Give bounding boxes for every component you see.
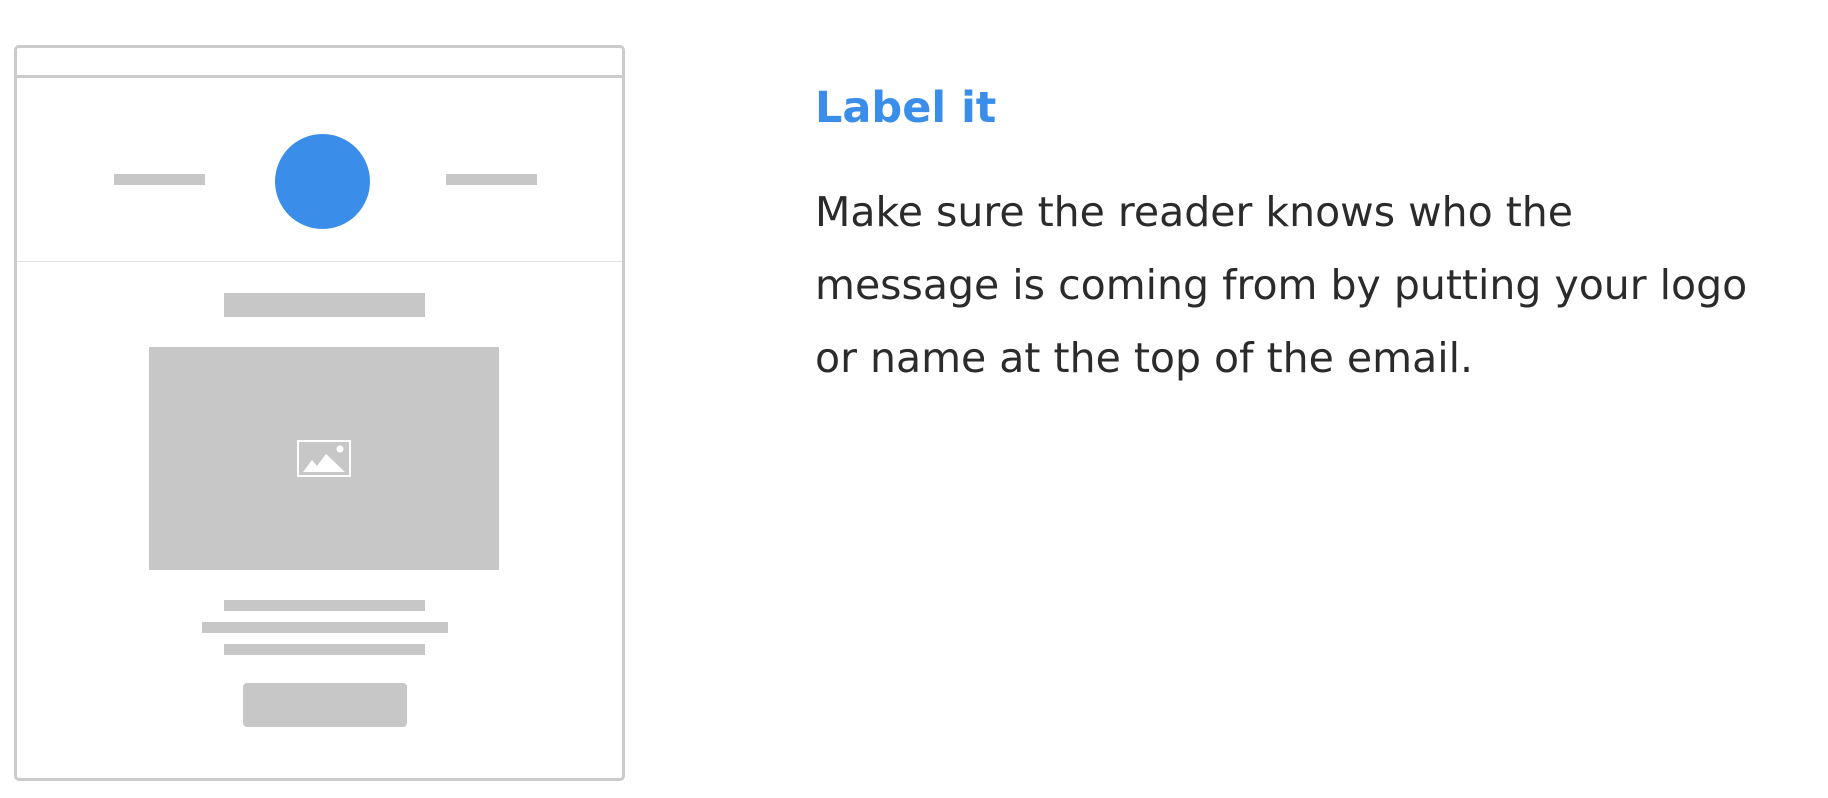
text-line-placeholder [224, 644, 425, 655]
logo-placeholder [275, 134, 370, 229]
text-line-placeholder [202, 622, 448, 633]
tip-description-line: message is coming from by putting your l… [815, 261, 1748, 309]
email-wireframe [14, 45, 625, 781]
window-top-bar [17, 48, 622, 78]
headline-placeholder [224, 293, 425, 317]
button-placeholder [243, 683, 407, 727]
tip-description: Make sure the reader knows who the messa… [815, 176, 1815, 395]
hero-image-placeholder [149, 347, 499, 570]
image-icon [297, 440, 351, 477]
header-divider [17, 261, 622, 262]
text-line-placeholder [224, 600, 425, 611]
tip-description-line: Make sure the reader knows who the [815, 188, 1574, 236]
page: Label it Make sure the reader knows who … [0, 0, 1828, 798]
nav-line-right [446, 174, 537, 185]
nav-line-left [114, 174, 205, 185]
tip-heading: Label it [815, 83, 997, 133]
tip-description-line: or name at the top of the email. [815, 334, 1474, 382]
